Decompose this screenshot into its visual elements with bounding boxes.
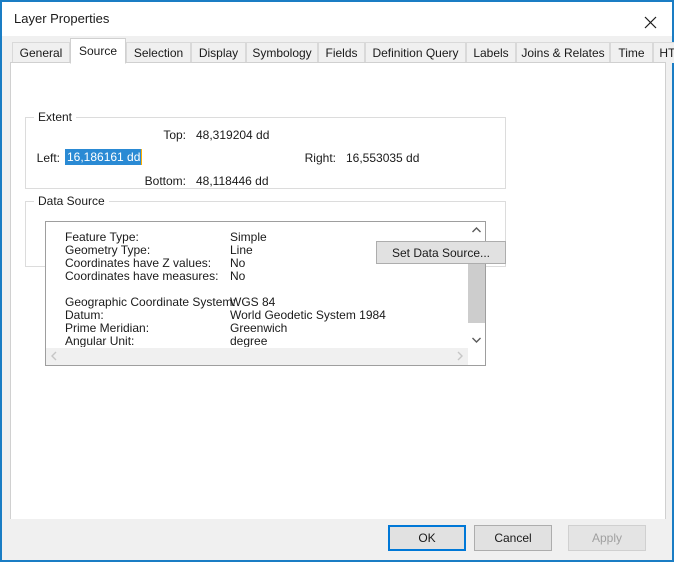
- extent-left-value[interactable]: 16,186161 dd: [65, 149, 143, 165]
- tab-strip: General Source Selection Display Symbolo…: [4, 36, 674, 64]
- tab-html-popup[interactable]: HTML Popup: [653, 42, 674, 63]
- extent-left-label: Left:: [36, 151, 60, 165]
- data-source-horizontal-scrollbar[interactable]: [46, 347, 485, 365]
- tab-symbology[interactable]: Symbology: [246, 42, 318, 63]
- row-key: Datum:: [65, 308, 104, 322]
- data-source-row: Angular Unit: degree: [46, 334, 468, 348]
- row-value: World Geodetic System 1984: [230, 308, 386, 322]
- extent-top-value[interactable]: 48,319204 dd: [196, 128, 269, 142]
- tab-source[interactable]: Source: [70, 38, 126, 64]
- data-source-row: Geographic Coordinate System: WGS 84: [46, 295, 468, 309]
- row-value: Greenwich: [230, 321, 288, 335]
- close-icon[interactable]: [628, 2, 672, 34]
- row-value: Simple: [230, 230, 267, 244]
- layer-properties-dialog: Layer Properties General Source Selectio…: [0, 0, 674, 562]
- title-bar: Layer Properties: [2, 2, 672, 36]
- extent-right-label: Right:: [304, 151, 336, 165]
- chevron-left-icon[interactable]: [46, 348, 63, 364]
- data-source-row: Datum: World Geodetic System 1984: [46, 308, 468, 322]
- extent-group-label: Extent: [34, 110, 77, 124]
- set-data-source-button[interactable]: Set Data Source...: [376, 241, 506, 264]
- extent-right-value[interactable]: 16,553035 dd: [346, 151, 419, 165]
- tab-general[interactable]: General: [12, 42, 70, 63]
- tab-definition-query[interactable]: Definition Query: [365, 42, 466, 63]
- data-source-row: Prime Meridian: Greenwich: [46, 321, 468, 335]
- row-key: Geometry Type:: [65, 243, 151, 257]
- row-key: Angular Unit:: [65, 334, 135, 348]
- cancel-button[interactable]: Cancel: [474, 525, 552, 551]
- row-value: degree: [230, 334, 268, 348]
- tab-selection[interactable]: Selection: [126, 42, 191, 63]
- extent-bottom-label: Bottom:: [144, 174, 186, 188]
- window-title: Layer Properties: [14, 11, 110, 26]
- chevron-right-icon[interactable]: [451, 348, 468, 364]
- tab-labels[interactable]: Labels: [466, 42, 516, 63]
- scrollbar-corner: [468, 348, 485, 365]
- row-value: No: [230, 269, 246, 283]
- row-key: Coordinates have measures:: [65, 269, 219, 283]
- scrollbar-thumb[interactable]: [468, 260, 485, 323]
- tab-time[interactable]: Time: [610, 42, 653, 63]
- tab-display[interactable]: Display: [191, 42, 246, 63]
- tab-fields[interactable]: Fields: [318, 42, 365, 63]
- data-source-row-spacer: [46, 282, 468, 295]
- chevron-down-icon[interactable]: [468, 331, 485, 348]
- extent-bottom-value[interactable]: 48,118446 dd: [196, 174, 269, 188]
- row-key: Geographic Coordinate System:: [65, 295, 236, 309]
- data-source-row: Coordinates have measures: No: [46, 269, 468, 283]
- row-key: Coordinates have Z values:: [65, 256, 212, 270]
- row-value: Line: [230, 243, 253, 257]
- row-value: WGS 84: [230, 295, 276, 309]
- chevron-up-icon[interactable]: [468, 222, 485, 239]
- dialog-footer: OK Cancel Apply: [4, 519, 670, 558]
- row-key: Feature Type:: [65, 230, 139, 244]
- extent-group: Extent Top: 48,319204 dd Left: 16,186161…: [25, 110, 506, 189]
- source-tab-panel: Extent Top: 48,319204 dd Left: 16,186161…: [10, 62, 666, 521]
- ok-button[interactable]: OK: [388, 525, 466, 551]
- data-source-group-label: Data Source: [34, 194, 109, 208]
- tab-joins-relates[interactable]: Joins & Relates: [516, 42, 610, 63]
- apply-button[interactable]: Apply: [568, 525, 646, 551]
- extent-top-label: Top:: [163, 128, 186, 142]
- row-key: Prime Meridian:: [65, 321, 150, 335]
- row-value: No: [230, 256, 246, 270]
